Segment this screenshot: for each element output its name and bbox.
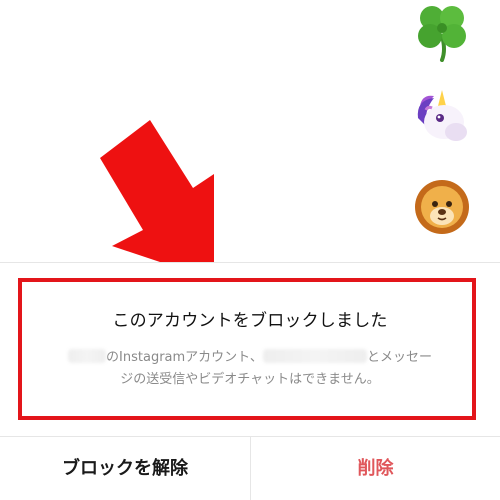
dialog-description: のInstagramアカウント、 とメッセー ジの送受信やビデオチャットはできませ… — [60, 347, 440, 391]
blurred-account-name — [262, 349, 367, 363]
desc-part2: とメッセー — [366, 350, 432, 365]
four-leaf-clover-icon[interactable] — [412, 2, 472, 62]
desc-part1: のInstagramアカウント、 — [106, 350, 263, 365]
blocked-account-screen: このアカウントをブロックしました のInstagramアカウント、 とメッセー ジ… — [0, 0, 500, 500]
dialog-title: このアカウントをブロックしました — [112, 311, 388, 331]
desc-line2: ジの送受信やビデオチャットはできません。 — [120, 372, 380, 387]
blurred-username — [68, 349, 107, 363]
unblock-button[interactable]: ブロックを解除 — [0, 437, 250, 500]
delete-button[interactable]: 削除 — [251, 437, 500, 500]
unicorn-icon[interactable] — [412, 88, 472, 148]
lion-icon[interactable] — [412, 176, 472, 236]
